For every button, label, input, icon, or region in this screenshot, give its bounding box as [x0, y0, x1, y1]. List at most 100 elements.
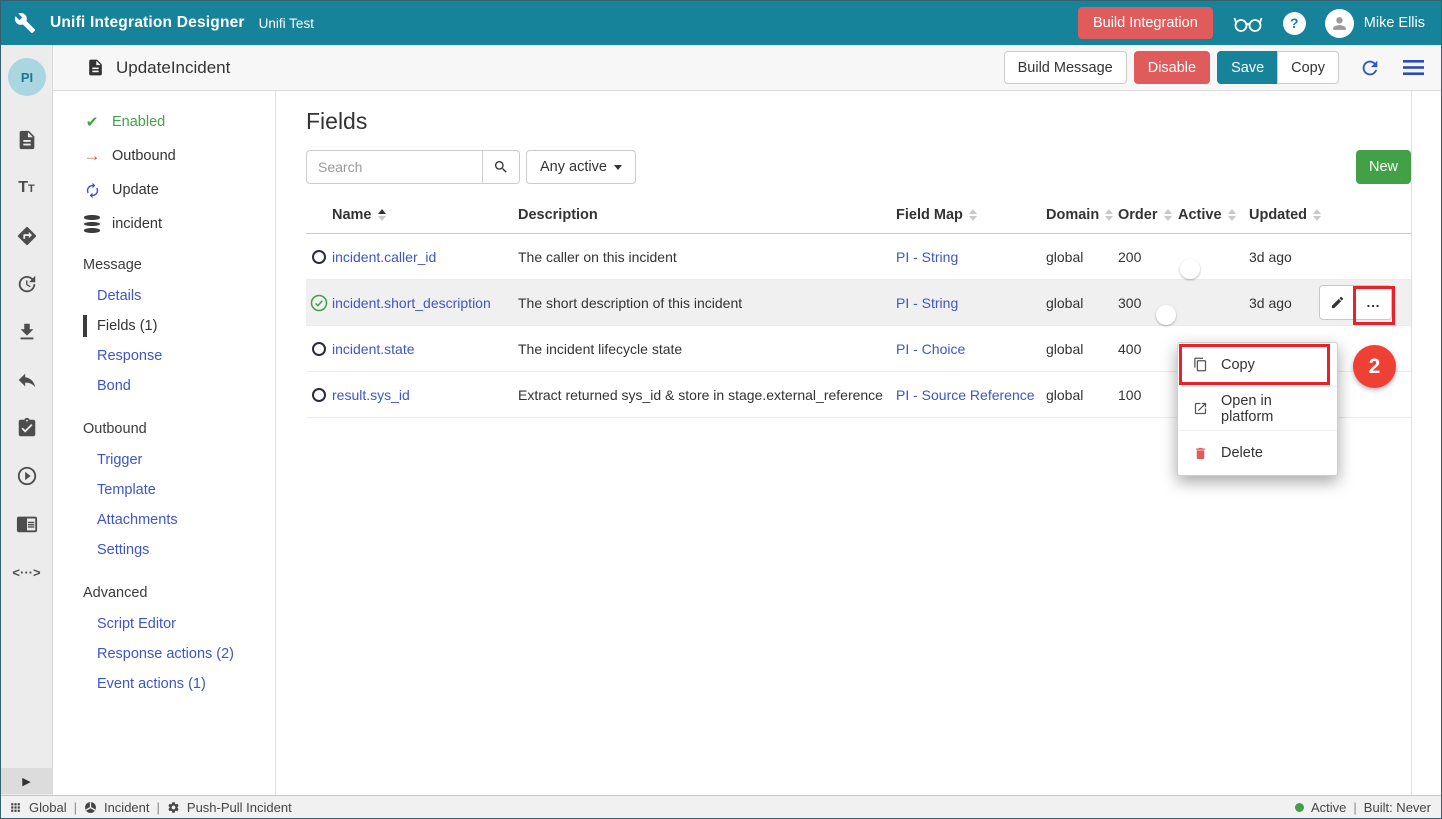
integration-avatar: PI — [8, 58, 46, 96]
separator: | — [1353, 800, 1356, 815]
field-name-link[interactable]: incident.short_description — [332, 295, 518, 311]
column-active[interactable]: Active — [1178, 207, 1249, 223]
sidebar-nav: ✔ Enabled → Outbound Update incident Mes… — [53, 91, 276, 795]
status-bar: Global | Incident | Push-Pull Incident A… — [1, 795, 1441, 818]
scroll-gutter — [1411, 91, 1442, 795]
separator: | — [74, 800, 77, 815]
sidebar-status-enabled: ✔ Enabled — [83, 105, 275, 139]
database-icon — [83, 213, 101, 235]
preview-glasses-icon[interactable] — [1232, 13, 1264, 34]
gear-icon — [167, 801, 180, 814]
user-avatar[interactable] — [1325, 9, 1354, 38]
sidebar-item-script-editor[interactable]: Script Editor — [83, 609, 275, 639]
disable-button[interactable]: Disable — [1134, 51, 1210, 84]
section-title: Fields — [306, 108, 1411, 135]
column-name[interactable]: Name — [332, 207, 518, 223]
field-order: 200 — [1118, 249, 1178, 265]
play-circle-icon[interactable] — [16, 465, 38, 487]
field-name-link[interactable]: incident.caller_id — [332, 249, 518, 265]
statusbar-state: Active | Built: Never — [1295, 800, 1431, 815]
text-format-icon[interactable]: TT — [16, 177, 38, 199]
build-integration-button[interactable]: Build Integration — [1078, 7, 1213, 39]
annotation-step-badge: 2 — [1353, 345, 1396, 388]
sidebar-section-outbound: Outbound — [83, 413, 275, 445]
filter-label: Any active — [540, 159, 607, 175]
user-name: Mike Ellis — [1364, 15, 1425, 31]
sidebar-item-response[interactable]: Response — [83, 341, 275, 371]
status-incident-label: incident — [112, 216, 162, 232]
sort-icon — [1105, 209, 1113, 221]
app-title: Unifi Integration Designer — [50, 14, 245, 32]
top-navbar: Unifi Integration Designer Unifi Test Bu… — [1, 1, 1441, 45]
search-input[interactable] — [306, 150, 482, 184]
field-name-link[interactable]: incident.state — [332, 341, 518, 357]
sidebar-item-template[interactable]: Template — [83, 475, 275, 505]
code-icon[interactable]: <···> — [16, 561, 38, 583]
built-status-label: Built: Never — [1364, 800, 1431, 815]
field-map-link[interactable]: PI - String — [896, 249, 1046, 265]
help-icon[interactable]: ? — [1283, 12, 1306, 35]
sidebar-item-response-actions[interactable]: Response actions (2) — [83, 639, 275, 669]
rail-expand-button[interactable]: ▶ — [1, 768, 52, 794]
menu-item-delete[interactable]: Delete — [1178, 431, 1337, 475]
field-map-link[interactable]: PI - Choice — [896, 341, 1046, 357]
copy-button[interactable]: Copy — [1277, 51, 1339, 84]
status-active-icon — [306, 294, 332, 312]
record-title-group: UpdateIncident — [86, 58, 230, 78]
sort-icon — [1313, 209, 1321, 221]
refresh-icon[interactable] — [1359, 57, 1381, 79]
scope-label[interactable]: Global — [29, 800, 67, 815]
copy-icon — [1193, 357, 1208, 372]
search-button[interactable] — [482, 150, 520, 184]
menu-item-copy[interactable]: Copy — [1178, 343, 1337, 387]
menu-item-open-in-platform[interactable]: Open in platform — [1178, 387, 1337, 431]
ellipsis-icon: ... — [1367, 298, 1381, 308]
documentation-icon[interactable] — [16, 513, 38, 535]
download-icon[interactable] — [16, 321, 38, 343]
menu-copy-label: Copy — [1221, 357, 1255, 373]
edit-button[interactable] — [1319, 285, 1356, 320]
page-title: UpdateIncident — [116, 58, 230, 78]
column-domain[interactable]: Domain — [1046, 207, 1118, 223]
status-outbound-label: Outbound — [112, 148, 176, 164]
app-window: Unifi Integration Designer Unifi Test Bu… — [0, 0, 1442, 819]
sidebar-item-attachments[interactable]: Attachments — [83, 505, 275, 535]
chevron-down-icon — [614, 165, 622, 170]
person-icon — [1330, 14, 1349, 33]
column-description[interactable]: Description — [518, 207, 896, 223]
column-field-map[interactable]: Field Map — [896, 207, 1046, 223]
sidebar-item-event-actions[interactable]: Event actions (1) — [83, 669, 275, 699]
separator: | — [157, 800, 160, 815]
app-subtitle: Unifi Test — [259, 16, 314, 31]
history-icon[interactable] — [16, 273, 38, 295]
integration-label[interactable]: Push-Pull Incident — [187, 800, 292, 815]
wrench-icon[interactable] — [14, 12, 36, 34]
save-button[interactable]: Save — [1217, 51, 1278, 84]
directions-icon[interactable] — [16, 225, 38, 247]
document-icon[interactable] — [16, 129, 38, 151]
field-map-link[interactable]: PI - Source Reference — [896, 387, 1046, 403]
sidebar-item-bond[interactable]: Bond — [83, 371, 275, 401]
column-updated[interactable]: Updated — [1249, 207, 1319, 223]
tasks-icon[interactable] — [16, 417, 38, 439]
menu-hamburger-icon[interactable] — [1403, 59, 1424, 76]
field-map-link[interactable]: PI - String — [896, 295, 1046, 311]
field-name-link[interactable]: result.sys_id — [332, 387, 518, 403]
external-link-icon — [1193, 401, 1208, 416]
table-label[interactable]: Incident — [104, 800, 150, 815]
menu-open-label: Open in platform — [1221, 393, 1322, 425]
build-message-button[interactable]: Build Message — [1004, 51, 1127, 84]
sidebar-item-details[interactable]: Details — [83, 281, 275, 311]
column-order[interactable]: Order — [1118, 207, 1178, 223]
field-domain: global — [1046, 295, 1118, 311]
new-button[interactable]: New — [1356, 150, 1411, 184]
active-filter-dropdown[interactable]: Any active — [526, 150, 636, 184]
more-actions-button[interactable]: ... — [1355, 285, 1392, 320]
status-inactive-icon — [306, 388, 332, 402]
sidebar-item-trigger[interactable]: Trigger — [83, 445, 275, 475]
field-description: Extract returned sys_id & store in stage… — [518, 387, 896, 403]
sidebar-item-settings[interactable]: Settings — [83, 535, 275, 565]
sidebar-item-fields[interactable]: Fields (1) — [83, 311, 275, 341]
field-domain: global — [1046, 387, 1118, 403]
reply-icon[interactable] — [16, 369, 38, 391]
